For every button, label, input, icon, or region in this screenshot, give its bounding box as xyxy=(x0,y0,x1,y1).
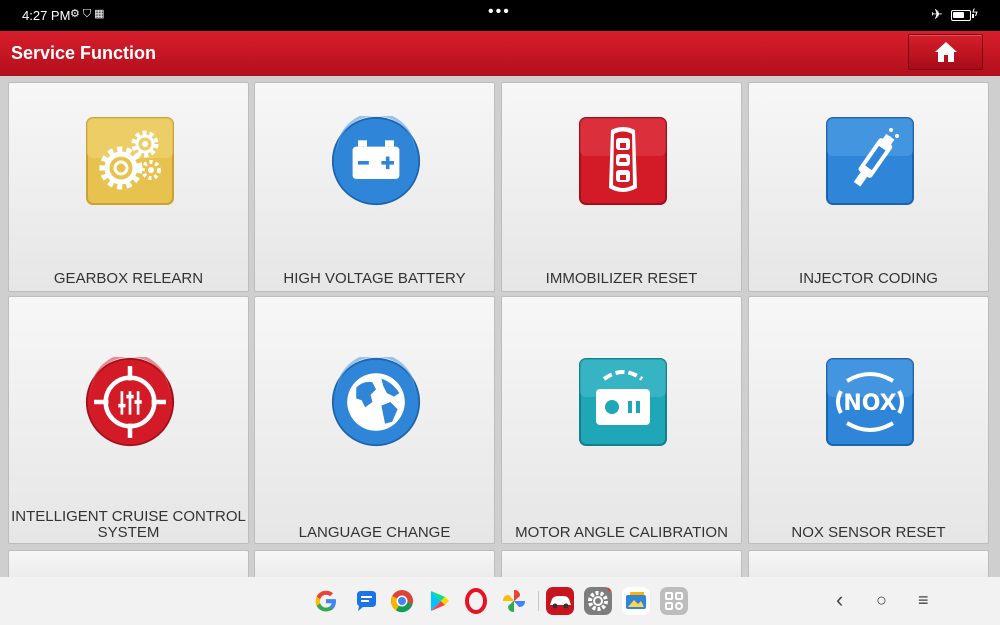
nox-icon: NOX xyxy=(826,358,914,446)
chrome-icon[interactable] xyxy=(388,587,416,615)
tile-intelligent-cruise-control[interactable]: INTELLIGENT CRUISE CONTROL SYSTEM xyxy=(8,296,249,544)
tile-label: MOTOR ANGLE CALIBRATION xyxy=(515,524,728,541)
car-diagnostic-icon[interactable] xyxy=(546,587,574,615)
grid-small-icon: ▦ xyxy=(94,8,108,20)
navigation-bar: ‹ ○ ≡ xyxy=(0,577,1000,625)
tile-label: IMMOBILIZER RESET xyxy=(545,270,698,287)
tile-label: NOX SENSOR RESET xyxy=(791,524,946,541)
gallery-icon[interactable] xyxy=(622,587,650,615)
tile-label: INTELLIGENT CRUISE CONTROL SYSTEM xyxy=(11,509,246,541)
nox-text: NOX xyxy=(843,391,896,416)
dock-separator xyxy=(538,591,539,611)
status-icons: ⚙⛉▦ xyxy=(70,7,108,21)
tile-partial[interactable] xyxy=(501,550,742,577)
status-bar: 4:27 PM ⚙⛉▦ ••• ✈ ϟ xyxy=(0,0,1000,31)
tile-partial[interactable] xyxy=(254,550,495,577)
photos-icon[interactable] xyxy=(500,587,528,615)
home-nav-button[interactable]: ○ xyxy=(876,590,887,611)
tile-label-line2: SYSTEM xyxy=(97,524,160,541)
settings-icon[interactable] xyxy=(584,587,612,615)
tile-motor-angle-calibration[interactable]: MOTOR ANGLE CALIBRATION xyxy=(501,296,742,544)
tile-label-line1: INTELLIGENT CRUISE CONTROL xyxy=(11,508,246,525)
back-button[interactable]: ‹ xyxy=(836,587,843,613)
globe-icon xyxy=(331,357,421,447)
gears-icon xyxy=(86,117,174,205)
header-bar: Service Function xyxy=(0,31,1000,76)
opera-icon[interactable] xyxy=(462,587,490,615)
airplane-icon: ✈ xyxy=(931,6,943,22)
app-drawer-icon[interactable] xyxy=(660,587,688,615)
target-sliders-icon xyxy=(85,357,175,447)
tile-immobilizer-reset[interactable]: IMMOBILIZER RESET xyxy=(501,82,742,292)
page-title: Service Function xyxy=(11,43,157,63)
battery-fill xyxy=(953,12,964,18)
shield-icon: ⛉ xyxy=(82,8,95,20)
tile-language-change[interactable]: LANGUAGE CHANGE xyxy=(254,296,495,544)
battery-icon xyxy=(951,10,974,21)
battery-icon xyxy=(331,116,421,206)
tile-nox-sensor-reset[interactable]: NOX NOX SENSOR RESET xyxy=(748,296,989,544)
tile-injector-coding[interactable]: INJECTOR CODING xyxy=(748,82,989,292)
motor-sensor-icon xyxy=(579,358,667,446)
tile-partial[interactable] xyxy=(748,550,989,577)
gear-small-icon: ⚙ xyxy=(70,8,83,20)
home-icon xyxy=(935,42,957,62)
tile-label: GEARBOX RELEARN xyxy=(53,270,204,287)
tile-high-voltage-battery[interactable]: HIGH VOLTAGE BATTERY xyxy=(254,82,495,292)
tile-label: HIGH VOLTAGE BATTERY xyxy=(283,270,466,287)
messages-icon[interactable] xyxy=(352,587,380,615)
home-button[interactable] xyxy=(908,34,983,70)
tile-label: LANGUAGE CHANGE xyxy=(298,524,451,541)
recents-button[interactable]: ≡ xyxy=(918,590,929,611)
injector-icon xyxy=(826,117,914,205)
tile-label: INJECTOR CODING xyxy=(799,270,938,287)
google-icon[interactable] xyxy=(312,587,340,615)
tile-partial[interactable] xyxy=(8,550,249,577)
window-dots[interactable]: ••• xyxy=(488,3,511,21)
function-grid: GEARBOX RELEARN HIGH VOLTAGE BATTERY IMM… xyxy=(0,76,1000,577)
lightning-icon: ϟ xyxy=(972,7,978,19)
car-key-icon xyxy=(579,117,667,205)
status-time: 4:27 PM xyxy=(22,8,71,23)
play-store-icon[interactable] xyxy=(424,587,452,615)
tile-gearbox-relearn[interactable]: GEARBOX RELEARN xyxy=(8,82,249,292)
